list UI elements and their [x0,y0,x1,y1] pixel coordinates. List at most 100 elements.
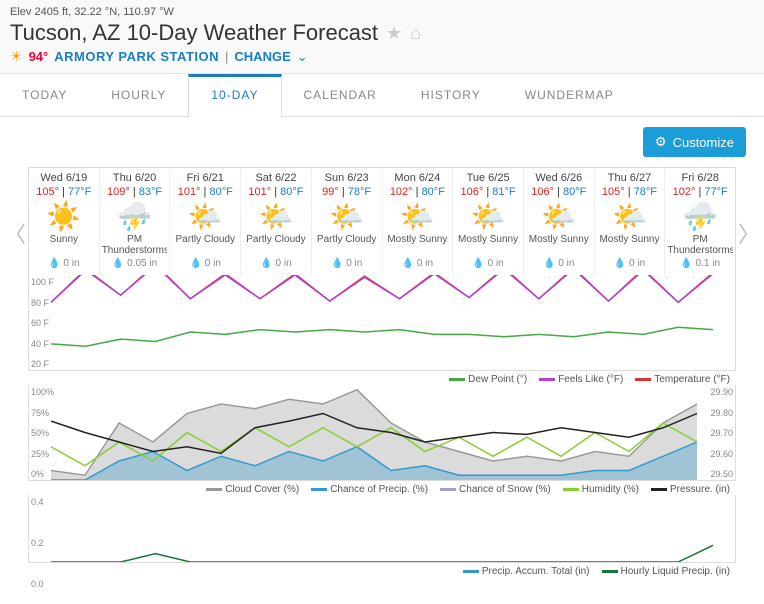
day-card[interactable]: Wed 6/26 106° | 80°F 🌤️ Mostly Sunny 💧 0… [524,168,595,275]
condition-text: Mostly Sunny [455,234,521,256]
tab-10day[interactable]: 10-DAY [188,74,281,117]
precip-text: 💧 0 in [243,258,309,269]
legend-item: Hourly Liquid Precip. (in) [602,566,731,577]
condition-text: Partly Cloudy [314,234,380,256]
drop-icon: 💧 [402,258,414,269]
precip-text: 💧 0 in [526,258,592,269]
axis-label: 80 F [31,298,49,308]
legend-item: Pressure. (in) [651,484,730,495]
axis-label: 25% [31,449,49,459]
high-temp: 99° [322,186,339,198]
day-card[interactable]: Sun 6/23 99° | 78°F 🌤️ Partly Cloudy 💧 0… [312,168,383,275]
axis-label: 50% [31,428,49,438]
axis-label: 20 F [31,359,49,369]
legend-item: Temperature (°F) [635,374,730,385]
tab-hourly[interactable]: HOURLY [89,74,188,116]
nav-tabs: TODAY HOURLY 10-DAY CALENDAR HISTORY WUN… [0,74,764,117]
low-temp: 83°F [139,186,162,198]
day-card[interactable]: Fri 6/28 102° | 77°F ⛈️ PM Thunderstorms… [665,168,735,275]
weather-icon: 🌤️ [597,200,663,232]
drop-icon: 💧 [260,258,272,269]
legend-item: Precip. Accum. Total (in) [463,566,590,577]
axis-label: 0% [31,469,44,479]
high-temp: 102° [673,186,696,198]
axis-label: 29.60 [710,449,733,459]
gear-icon: ⚙ [655,134,667,150]
page-header: Elev 2405 ft, 32.22 °N, 110.97 °W Tucson… [0,0,764,74]
condition-text: Partly Cloudy [172,234,238,256]
day-card[interactable]: Thu 6/20 109° | 83°F ⛈️ PM Thunderstorms… [100,168,171,275]
axis-label: 75% [31,408,49,418]
high-temp: 101° [178,186,201,198]
home-icon[interactable]: ⌂ [410,23,421,44]
favorite-star-icon[interactable]: ★ [386,23,402,44]
day-card[interactable]: Tue 6/25 106° | 81°F 🌤️ Mostly Sunny 💧 0… [453,168,524,275]
low-temp: 80°F [422,186,445,198]
tab-today[interactable]: TODAY [0,74,89,116]
drop-icon: 💧 [472,258,484,269]
tab-wundermap[interactable]: WUNDERMAP [503,74,636,116]
legend-temperature: Dew Point (°) Feels Like (°F) Temperature … [28,371,736,385]
chevron-down-icon[interactable]: ⌄ [297,49,308,65]
customize-button[interactable]: ⚙ Customize [643,127,746,157]
weather-icon: ⛈️ [667,200,733,232]
drop-icon: 💧 [614,258,626,269]
precip-text: 💧 0 in [597,258,663,269]
low-temp: 80°F [563,186,586,198]
precip-text: 💧 0.1 in [667,258,733,269]
drop-icon: 💧 [112,258,124,269]
forecast-days: Wed 6/19 105° | 77°F ☀️ Sunny 💧 0 inThu … [28,167,736,275]
legend-item: Dew Point (°) [449,374,527,385]
change-station-link[interactable]: CHANGE [234,49,290,64]
drop-icon: 💧 [680,258,692,269]
axis-label: 29.80 [710,408,733,418]
precip-text: 💧 0 in [314,258,380,269]
prev-arrow-icon[interactable]: 〈 [4,217,26,249]
axis-label: 29.50 [710,469,733,479]
precip-text: 💧 0 in [31,258,97,269]
legend-precip: Precip. Accum. Total (in) Hourly Liquid P… [28,563,736,577]
weather-icon: 🌤️ [243,200,309,232]
axis-label: 29.70 [710,428,733,438]
precip-text: 💧 0 in [455,258,521,269]
high-temp: 101° [248,186,271,198]
day-card[interactable]: Thu 6/27 105° | 78°F 🌤️ Mostly Sunny 💧 0… [595,168,666,275]
low-temp: 80°F [280,186,303,198]
sun-icon: ☀ [10,48,23,65]
condition-text: PM Thunderstorms [667,234,733,256]
day-date: Fri 6/21 [172,172,238,184]
weather-icon: 🌤️ [526,200,592,232]
next-arrow-icon[interactable]: 〉 [738,217,760,249]
drop-icon: 💧 [543,258,555,269]
day-date: Wed 6/19 [31,172,97,184]
condition-text: Sunny [31,234,97,256]
page-title: Tucson, AZ 10-Day Weather Forecast [10,20,378,46]
day-date: Sat 6/22 [243,172,309,184]
low-temp: 77°F [704,186,727,198]
weather-icon: 🌤️ [172,200,238,232]
drop-icon: 💧 [190,258,202,269]
condition-text: PM Thunderstorms [102,234,168,256]
condition-text: Partly Cloudy [243,234,309,256]
condition-text: Mostly Sunny [526,234,592,256]
high-temp: 105° [36,186,59,198]
axis-label: 40 F [31,339,49,349]
day-card[interactable]: Fri 6/21 101° | 80°F 🌤️ Partly Cloudy 💧 … [170,168,241,275]
day-date: Fri 6/28 [667,172,733,184]
humidity-chart: 100%75%50%25%0%29.9029.8029.7029.6029.50 [28,385,736,481]
high-temp: 106° [531,186,554,198]
current-temp: 94° [29,49,49,64]
day-date: Sun 6/23 [314,172,380,184]
tab-calendar[interactable]: CALENDAR [282,74,399,116]
tab-history[interactable]: HISTORY [399,74,503,116]
low-temp: 77°F [68,186,91,198]
day-card[interactable]: Mon 6/24 102° | 80°F 🌤️ Mostly Sunny 💧 0… [383,168,454,275]
day-date: Tue 6/25 [455,172,521,184]
legend-item: Feels Like (°F) [539,374,623,385]
station-link[interactable]: ARMORY PARK STATION [54,49,219,64]
day-card[interactable]: Sat 6/22 101° | 80°F 🌤️ Partly Cloudy 💧 … [241,168,312,275]
weather-icon: 🌤️ [314,200,380,232]
day-card[interactable]: Wed 6/19 105° | 77°F ☀️ Sunny 💧 0 in [29,168,100,275]
low-temp: 78°F [348,186,371,198]
day-date: Mon 6/24 [385,172,451,184]
